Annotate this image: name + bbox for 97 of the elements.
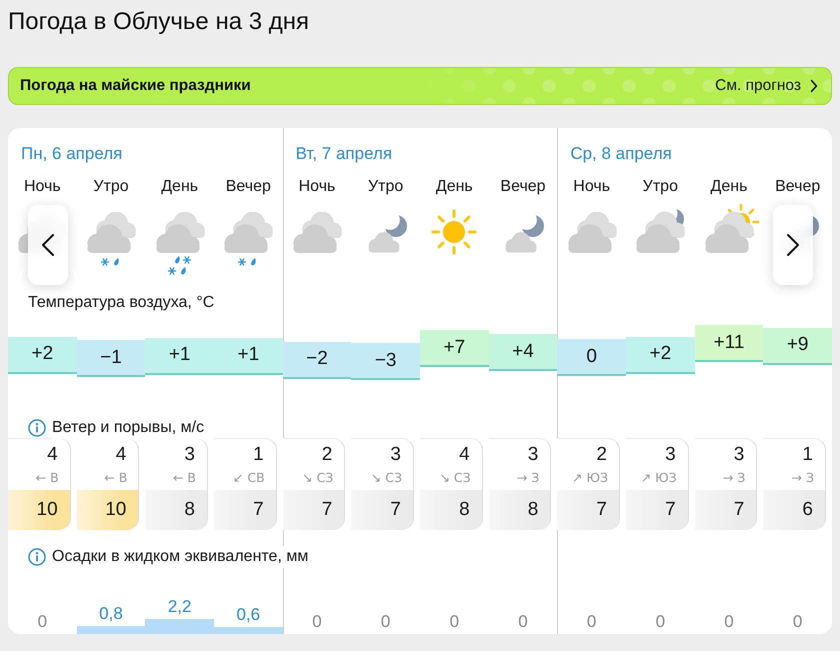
wind-gust: 7 — [214, 490, 276, 530]
wind-speed: 3 — [184, 444, 195, 466]
wind-gust: 10 — [8, 490, 70, 530]
wind-direction: ← В — [104, 470, 128, 486]
wind-direction: ↗ ЮЗ — [572, 470, 608, 486]
period-label: Утро — [642, 177, 678, 197]
wind-speed: 3 — [665, 444, 676, 466]
wind-direction: ← В — [172, 470, 196, 486]
period-label: День — [436, 177, 473, 197]
banner-title: Погода на майские праздники — [20, 77, 251, 95]
period-label: День — [710, 177, 748, 197]
period-label: Утро — [368, 177, 404, 197]
chevron-left-icon — [41, 233, 55, 257]
wind-speed: 1 — [253, 444, 264, 466]
moon-clouds-icon — [636, 209, 686, 254]
temperature-value: 0 — [557, 339, 626, 376]
wind-direction: → З — [792, 470, 814, 486]
period-label: Вечер — [226, 177, 271, 197]
previous-button[interactable] — [28, 205, 68, 285]
period-label: Ночь — [298, 177, 336, 197]
wind-gust: 6 — [763, 490, 825, 530]
precipitation-value: 0 — [38, 612, 48, 632]
wind-gust: 10 — [76, 490, 138, 530]
forecast-link[interactable]: См. прогноз — [715, 77, 818, 95]
cloud-snow-rain-icon — [224, 212, 274, 268]
temperature-value: +1 — [214, 338, 283, 375]
sun-icon — [431, 209, 478, 255]
wind-gust: 7 — [351, 490, 413, 530]
precipitation-value: 0 — [724, 612, 734, 632]
period-label: Ночь — [24, 177, 61, 197]
wind-direction: ← В — [36, 470, 59, 486]
precipitation-value: 0 — [312, 612, 322, 632]
wind-speed: 4 — [459, 444, 470, 466]
overcast-clouds-icon — [292, 212, 343, 254]
cloud-snow-rain-icon — [156, 212, 206, 276]
wind-direction: ↙ СВ — [232, 470, 265, 486]
wind-speed: 1 — [802, 444, 813, 466]
period-label: День — [161, 177, 198, 197]
precipitation-value: 0 — [518, 612, 528, 632]
wind-speed: 4 — [116, 444, 126, 466]
info-icon[interactable] — [28, 548, 46, 566]
precipitation-value: 0 — [586, 612, 596, 632]
wind-gust: 7 — [626, 490, 688, 530]
day-date: Пн, 6 апреля — [21, 143, 122, 165]
wind-speed: 4 — [47, 444, 58, 466]
temperature-value: −2 — [282, 342, 352, 379]
wind-direction: → З — [722, 470, 746, 486]
temperature-value: +9 — [763, 328, 832, 365]
section-label: Ветер и порывы, м/с — [52, 417, 204, 439]
temperature-value: +2 — [8, 336, 77, 374]
wind-direction: ↘ СЗ — [439, 470, 471, 486]
overcast-clouds-icon — [568, 212, 618, 254]
temperature-value: +1 — [145, 338, 214, 375]
info-icon[interactable] — [28, 419, 46, 437]
sun-clouds-icon — [704, 203, 760, 254]
day-date: Вт, 7 апреля — [296, 143, 392, 165]
period-label: Ночь — [573, 177, 610, 197]
period-label: Вечер — [775, 177, 820, 197]
section-label: Осадки в жидком эквиваленте, мм — [52, 546, 308, 568]
precipitation-value: 0,6 — [236, 605, 260, 625]
wind-gust: 8 — [145, 490, 207, 530]
wind-direction: ↘ СЗ — [370, 470, 402, 486]
next-button[interactable] — [773, 205, 813, 285]
precipitation-value: 2,2 — [168, 597, 192, 617]
wind-speed: 2 — [596, 444, 607, 466]
wind-speed: 3 — [390, 444, 401, 466]
temperature-value: +11 — [694, 325, 764, 362]
wind-direction: → З — [516, 470, 540, 486]
temperature-value: +4 — [488, 334, 558, 371]
wind-speed: 3 — [528, 444, 538, 466]
temperature-value: −3 — [351, 343, 420, 380]
period-label: Утро — [93, 177, 129, 197]
precipitation-value: 0 — [380, 612, 390, 632]
chevron-right-icon — [810, 79, 818, 93]
day-date: Ср, 8 апреля — [570, 143, 672, 165]
wind-gust: 7 — [557, 490, 619, 530]
wind-gust: 8 — [488, 490, 550, 530]
precipitation-value: 0 — [792, 612, 802, 632]
temperature-value: +2 — [626, 336, 695, 374]
wind-direction: ↗ ЮЗ — [640, 470, 677, 486]
precipitation-value: 0 — [656, 612, 666, 632]
wind-speed: 3 — [734, 444, 744, 466]
period-label: Вечер — [500, 177, 546, 197]
temperature-value: −1 — [76, 340, 146, 378]
wind-speed: 2 — [322, 444, 332, 466]
wind-direction: ↘ СЗ — [302, 470, 334, 486]
cloud-snow-rain-icon — [86, 212, 137, 268]
moon-cloud-icon — [368, 214, 408, 254]
wind-gust: 7 — [694, 490, 756, 530]
moon-cloud-icon — [504, 214, 545, 254]
temperature-value: +7 — [420, 330, 489, 368]
wind-gust: 7 — [282, 490, 344, 530]
chevron-right-icon — [786, 233, 800, 257]
page-title: Погода в Облучье на 3 дня — [8, 8, 309, 36]
wind-gust: 8 — [420, 490, 482, 530]
precipitation-value: 0 — [450, 612, 460, 632]
precipitation-value: 0,8 — [99, 604, 123, 624]
